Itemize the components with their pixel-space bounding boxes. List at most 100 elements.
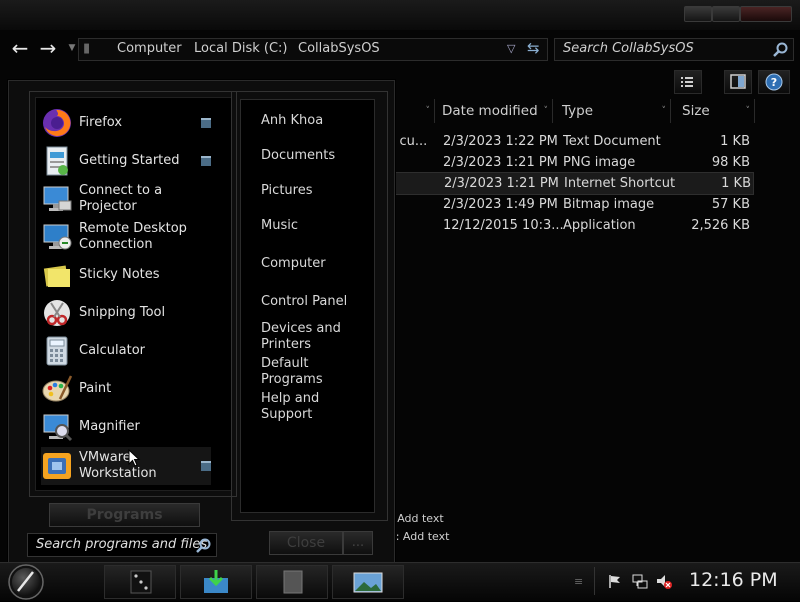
paint-palette-icon <box>42 375 73 402</box>
file-type: Text Document <box>563 134 661 149</box>
vmware-icon <box>43 453 71 479</box>
breadcrumb-computer[interactable]: Computer <box>117 41 182 56</box>
all-programs-button[interactable]: Programs <box>49 503 200 527</box>
title-bar <box>0 0 800 30</box>
app-calculator[interactable]: Calculator <box>41 332 211 370</box>
calculator-icon <box>46 336 68 366</box>
place-user-folder[interactable]: Anh Khoa <box>261 113 323 129</box>
place-default-programs[interactable]: Default Programs <box>261 356 331 388</box>
projector-icon <box>43 186 72 211</box>
app-magnifier[interactable]: Magnifier <box>41 408 211 446</box>
file-size: 98 KB <box>711 155 750 170</box>
folder-icon: ▮ <box>83 41 91 56</box>
address-dropdown-icon[interactable]: ▽ <box>507 42 515 55</box>
refresh-icon[interactable]: ⇆ <box>527 39 540 57</box>
dice-icon <box>130 570 152 594</box>
view-options-icon[interactable] <box>674 70 702 94</box>
file-size: 2,526 KB <box>691 218 750 233</box>
app-vmware-workstation[interactable]: VMware Workstation <box>41 447 211 485</box>
search-icon[interactable] <box>773 42 788 57</box>
file-date: 12/12/2015 10:3... <box>443 218 564 233</box>
taskbar-app-downloads[interactable] <box>180 565 252 599</box>
place-music[interactable]: Music <box>261 218 298 234</box>
taskbar: ≡ 12:16 PM <box>0 562 800 601</box>
place-help-and-support[interactable]: Help and Support <box>261 391 331 423</box>
explorer-search-input[interactable]: Search CollabSysOS <box>563 41 694 56</box>
file-row[interactable]: 12/12/2015 10:3... Application 2,526 KB <box>390 215 752 236</box>
file-date: 2/3/2023 1:49 PM <box>443 197 558 212</box>
place-computer[interactable]: Computer <box>261 256 326 272</box>
jump-list-arrow-icon[interactable] <box>201 156 211 166</box>
details-field[interactable]: : Add text <box>390 512 444 525</box>
maximize-button[interactable] <box>712 6 740 22</box>
app-firefox[interactable]: Firefox <box>41 104 211 142</box>
breadcrumb-collabsysos[interactable]: CollabSysOS <box>298 41 380 56</box>
app-sticky-notes[interactable]: Sticky Notes <box>41 256 211 294</box>
taskbar-app-document[interactable] <box>256 565 328 599</box>
scissors-icon <box>44 300 70 326</box>
column-header-date-modified[interactable]: Date modified ˅ <box>436 99 553 123</box>
svg-text:?: ? <box>771 76 777 89</box>
start-search-box[interactable]: Search programs and files <box>27 533 217 557</box>
column-headers: ˅ Date modified ˅ Type ˅ Size ˅ <box>390 99 800 123</box>
remote-desktop-icon <box>43 224 72 250</box>
file-date: 2/3/2023 1:21 PM <box>443 155 558 170</box>
firefox-icon <box>43 109 71 137</box>
app-snipping-tool[interactable]: Snipping Tool <box>41 294 211 332</box>
file-row[interactable]: 2/3/2023 1:49 PM Bitmap image 57 KB <box>390 194 752 215</box>
file-date: 2/3/2023 1:21 PM <box>444 176 559 191</box>
minimize-button[interactable] <box>684 6 712 22</box>
explorer-search-box[interactable]: Search CollabSysOS <box>554 38 794 61</box>
details-field[interactable]: s: Add text <box>390 530 449 543</box>
show-hidden-icons-button[interactable]: ≡ <box>574 575 583 588</box>
place-devices-and-printers[interactable]: Devices and Printers <box>261 321 341 353</box>
document-icon <box>283 570 303 594</box>
help-icon[interactable]: ? <box>758 70 790 94</box>
action-center-flag-icon[interactable] <box>607 573 623 589</box>
mouse-cursor-icon <box>128 449 141 467</box>
column-header-name[interactable]: ˅ <box>390 99 435 123</box>
details-pane: : Add text s: Add text <box>390 508 800 556</box>
column-header-type[interactable]: Type ˅ <box>556 99 671 123</box>
preview-pane-icon[interactable] <box>724 70 752 94</box>
file-row-selected[interactable]: 2/3/2023 1:21 PM Internet Shortcut 1 KB <box>390 172 754 195</box>
getting-started-icon <box>46 146 68 176</box>
place-pictures[interactable]: Pictures <box>261 183 312 199</box>
taskbar-app-files[interactable] <box>104 565 176 599</box>
shutdown-button[interactable]: Close <box>269 531 343 555</box>
app-connect-to-projector[interactable]: Connect to a Projector <box>41 180 211 218</box>
start-menu: Firefox Getting Started Connect to a Pro… <box>8 80 395 566</box>
taskbar-app-image-viewer[interactable] <box>332 565 404 599</box>
system-tray: 12:16 PM <box>594 567 795 595</box>
search-icon[interactable] <box>196 538 211 553</box>
start-orb-icon[interactable] <box>6 563 46 601</box>
forward-arrow-icon[interactable]: → <box>36 37 60 59</box>
file-type: Bitmap image <box>563 197 655 212</box>
place-control-panel[interactable]: Control Panel <box>261 294 347 310</box>
app-getting-started[interactable]: Getting Started <box>41 142 211 180</box>
start-search-input[interactable]: Search programs and files <box>36 537 207 552</box>
file-size: 57 KB <box>711 197 750 212</box>
column-header-size[interactable]: Size ˅ <box>676 99 755 123</box>
file-row[interactable]: r cu... 2/3/2023 1:22 PM Text Document 1… <box>390 131 752 152</box>
jump-list-arrow-icon[interactable] <box>201 118 211 128</box>
place-documents[interactable]: Documents <box>261 148 335 164</box>
picture-icon <box>353 572 383 593</box>
network-icon[interactable] <box>631 572 649 590</box>
file-type: Application <box>563 218 636 233</box>
address-bar[interactable]: ▮ Computer Local Disk (C:) CollabSysOS ▽… <box>78 38 548 61</box>
jump-list-arrow-icon[interactable] <box>201 461 211 471</box>
app-remote-desktop[interactable]: Remote Desktop Connection <box>41 218 211 256</box>
volume-muted-icon[interactable] <box>655 572 673 590</box>
shutdown-options-button[interactable]: ... <box>343 531 373 555</box>
file-row[interactable]: 2/3/2023 1:21 PM PNG image 98 KB <box>390 152 752 173</box>
clock[interactable]: 12:16 PM <box>689 569 778 591</box>
file-type: Internet Shortcut <box>564 176 676 191</box>
file-type: PNG image <box>563 155 636 170</box>
app-paint[interactable]: Paint <box>41 370 211 408</box>
download-folder-icon <box>204 570 228 593</box>
file-size: 1 KB <box>720 134 750 149</box>
breadcrumb-local-disk[interactable]: Local Disk (C:) <box>194 41 287 56</box>
back-arrow-icon[interactable]: ← <box>8 37 32 59</box>
close-window-button[interactable] <box>740 6 792 22</box>
